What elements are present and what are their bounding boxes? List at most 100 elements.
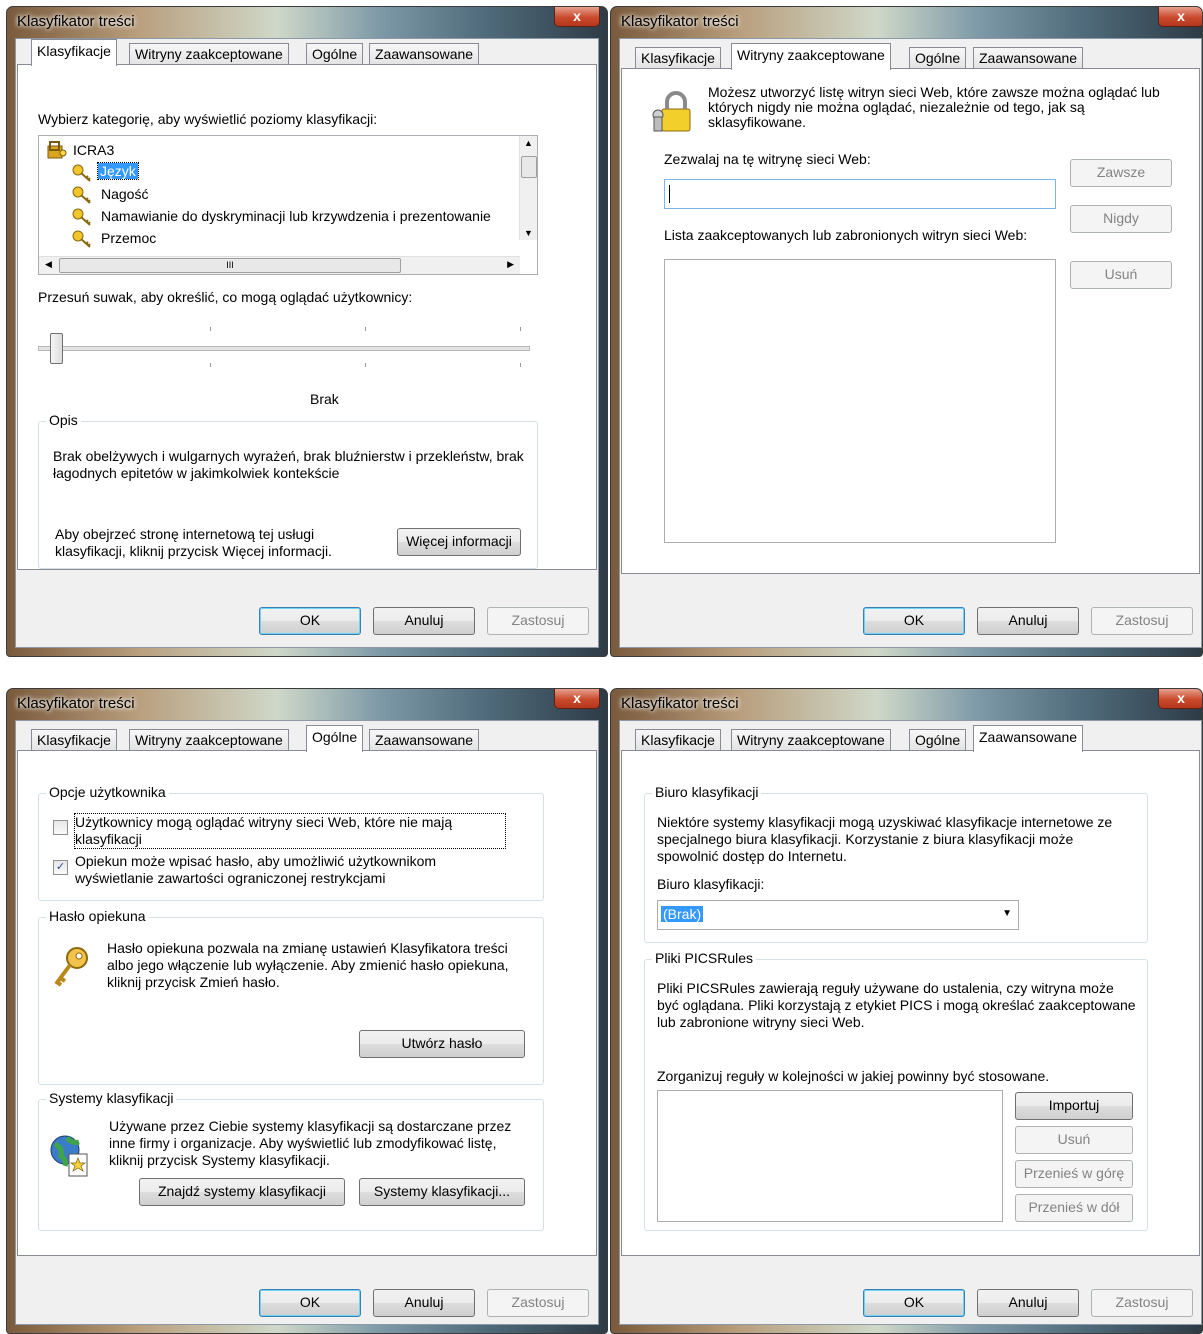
title-bar[interactable]: Klasyfikator treści x xyxy=(611,689,1202,719)
checkbox-unrated-sites[interactable] xyxy=(53,820,68,835)
ok-button[interactable]: OK xyxy=(863,1289,965,1317)
cancel-button[interactable]: Anuluj xyxy=(373,607,475,635)
tab-ratings[interactable]: Klasyfikacje xyxy=(635,729,721,751)
option-supervisor-password-label[interactable]: Opiekun może wpisać hasło, aby umożliwić… xyxy=(75,853,505,887)
description-text: Brak obelżywych i wulgarnych wyrażeń, br… xyxy=(53,448,524,481)
tab-approved-sites[interactable]: Witryny zaakceptowane xyxy=(129,43,289,65)
vertical-scrollbar[interactable]: ▲ ▼ xyxy=(519,136,537,240)
ok-button[interactable]: OK xyxy=(259,1289,361,1317)
tab-ratings[interactable]: Klasyfikacje xyxy=(635,47,721,69)
never-button[interactable]: Nigdy xyxy=(1070,205,1172,233)
move-up-button[interactable]: Przenieś w górę xyxy=(1015,1160,1133,1188)
description-group-label: Opis xyxy=(46,412,81,428)
ok-button[interactable]: OK xyxy=(863,607,965,635)
cancel-button[interactable]: Anuluj xyxy=(977,1289,1079,1317)
tab-panel: Możesz utworzyć listę witryn sieci Web, … xyxy=(621,68,1200,574)
site-input[interactable] xyxy=(664,179,1056,209)
apply-button[interactable]: Zastosuj xyxy=(487,607,589,635)
tab-approved-sites[interactable]: Witryny zaakceptowane xyxy=(129,729,289,751)
title-bar[interactable]: Klasyfikator treści x xyxy=(7,7,607,37)
tab-ratings[interactable]: Klasyfikacje xyxy=(31,729,117,751)
tab-general[interactable]: Ogólne xyxy=(306,43,364,65)
apply-button[interactable]: Zastosuj xyxy=(1091,607,1193,635)
cancel-button[interactable]: Anuluj xyxy=(373,1289,475,1317)
move-down-button[interactable]: Przenieś w dół xyxy=(1015,1194,1133,1222)
slider-track xyxy=(38,346,530,351)
scroll-up-icon[interactable]: ▲ xyxy=(524,138,533,148)
tree-item-nudity[interactable]: Nagość xyxy=(101,186,148,202)
tab-general[interactable]: Ogólne xyxy=(306,725,364,752)
tab-advanced[interactable]: Zaawansowane xyxy=(973,47,1084,69)
tab-general[interactable]: Ogólne xyxy=(909,729,967,751)
apply-button[interactable]: Zastosuj xyxy=(1091,1289,1193,1317)
padlock-icon xyxy=(650,89,696,138)
slider-label: Przesuń suwak, aby określić, co mogą ogl… xyxy=(38,289,413,305)
rating-systems-text: Używane przez Ciebie systemy klasyfikacj… xyxy=(109,1118,512,1168)
category-tree[interactable]: ICRA3 Język Nagość Namawianie do dyskrym… xyxy=(38,135,538,275)
picsrules-group: Pliki PICSRules Pliki PICSRules zawieraj… xyxy=(644,950,1148,1231)
import-button[interactable]: Importuj xyxy=(1015,1092,1133,1120)
key-lock-icon xyxy=(47,140,67,163)
apply-button[interactable]: Zastosuj xyxy=(487,1289,589,1317)
rules-order-label: Zorganizuj reguły w kolejności w jakiej … xyxy=(657,1068,1050,1084)
tab-general[interactable]: Ogólne xyxy=(909,47,967,69)
rating-systems-label: Systemy klasyfikacji xyxy=(46,1090,177,1106)
picsrules-group-label: Pliki PICSRules xyxy=(652,950,757,966)
close-button[interactable]: x xyxy=(1158,689,1202,709)
title-bar[interactable]: Klasyfikator treści x xyxy=(611,7,1202,37)
window-title: Klasyfikator treści xyxy=(621,695,739,712)
rating-level: Brak xyxy=(310,391,339,407)
tab-panel: Biuro klasyfikacji Niektóre systemy klas… xyxy=(621,750,1200,1256)
rating-bureau-select[interactable]: (Brak) ▼ xyxy=(657,900,1019,930)
tab-advanced[interactable]: Zaawansowane xyxy=(369,43,480,65)
ok-button[interactable]: OK xyxy=(259,607,361,635)
supervisor-password-label: Hasło opiekuna xyxy=(46,908,149,924)
close-button[interactable]: x xyxy=(554,7,600,27)
chevron-down-icon[interactable]: ▼ xyxy=(1002,908,1012,919)
always-button[interactable]: Zawsze xyxy=(1070,159,1172,187)
cancel-button[interactable]: Anuluj xyxy=(977,607,1079,635)
slider-thumb[interactable] xyxy=(50,333,63,364)
remove-rule-button[interactable]: Usuń xyxy=(1015,1126,1133,1154)
option-unrated-sites-label[interactable]: Użytkownicy mogą oglądać witryny sieci W… xyxy=(74,813,506,849)
rating-slider[interactable] xyxy=(38,319,530,369)
close-button[interactable]: x xyxy=(554,689,600,709)
scroll-right-icon[interactable]: ▶ xyxy=(507,259,514,270)
close-button[interactable]: x xyxy=(1158,7,1202,27)
site-list[interactable] xyxy=(664,259,1056,543)
scroll-thumb-horizontal[interactable]: III xyxy=(59,258,401,273)
find-rating-systems-button[interactable]: Znajdź systemy klasyfikacji xyxy=(139,1178,345,1206)
scroll-left-icon[interactable]: ◀ xyxy=(45,259,52,270)
more-info-button[interactable]: Więcej informacji xyxy=(397,528,521,556)
supervisor-password-text: Hasło opiekuna pozwala na zmianę ustawie… xyxy=(107,940,509,990)
tab-advanced[interactable]: Zaawansowane xyxy=(973,725,1084,752)
tab-advanced[interactable]: Zaawansowane xyxy=(369,729,480,751)
tree-item-discrimination[interactable]: Namawianie do dyskryminacji lub krzywdze… xyxy=(101,208,491,224)
tab-ratings[interactable]: Klasyfikacje xyxy=(31,39,117,66)
rating-bureau-label: Biuro klasyfikacji: xyxy=(657,876,765,892)
user-options-group: Opcje użytkownika Użytkownicy mogą ogląd… xyxy=(38,784,544,901)
key-icon xyxy=(71,229,93,252)
checkbox-supervisor-password[interactable]: ✓ xyxy=(53,860,68,875)
title-bar[interactable]: Klasyfikator treści x xyxy=(7,689,607,719)
tree-root[interactable]: ICRA3 xyxy=(73,142,114,158)
globe-document-icon xyxy=(49,1134,91,1181)
tab-approved-sites[interactable]: Witryny zaakceptowane xyxy=(731,43,891,70)
rules-list[interactable] xyxy=(657,1090,1003,1222)
window-title: Klasyfikator treści xyxy=(621,13,739,30)
rating-systems-button[interactable]: Systemy klasyfikacji... xyxy=(359,1178,525,1206)
tab-panel: Wybierz kategorię, aby wyświetlić poziom… xyxy=(17,64,597,570)
rating-bureau-group-label: Biuro klasyfikacji xyxy=(652,784,762,800)
tree-item-violence[interactable]: Przemoc xyxy=(101,230,156,246)
key-icon xyxy=(71,163,93,186)
dialog-advanced: Klasyfikator treści x Klasyfikacje Witry… xyxy=(610,688,1203,1334)
tab-approved-sites[interactable]: Witryny zaakceptowane xyxy=(731,729,891,751)
tree-item-language[interactable]: Język xyxy=(97,162,139,180)
scroll-down-icon[interactable]: ▼ xyxy=(524,228,533,238)
rating-bureau-text: Niektóre systemy klasyfikacji mogą uzysk… xyxy=(657,814,1113,864)
scroll-thumb[interactable] xyxy=(521,156,537,178)
remove-button[interactable]: Usuń xyxy=(1070,261,1172,289)
horizontal-scrollbar[interactable]: ◀ III ▶ xyxy=(39,256,520,274)
allow-site-label: Zezwalaj na tę witrynę sieci Web: xyxy=(664,151,871,167)
create-password-button[interactable]: Utwórz hasło xyxy=(359,1030,525,1058)
